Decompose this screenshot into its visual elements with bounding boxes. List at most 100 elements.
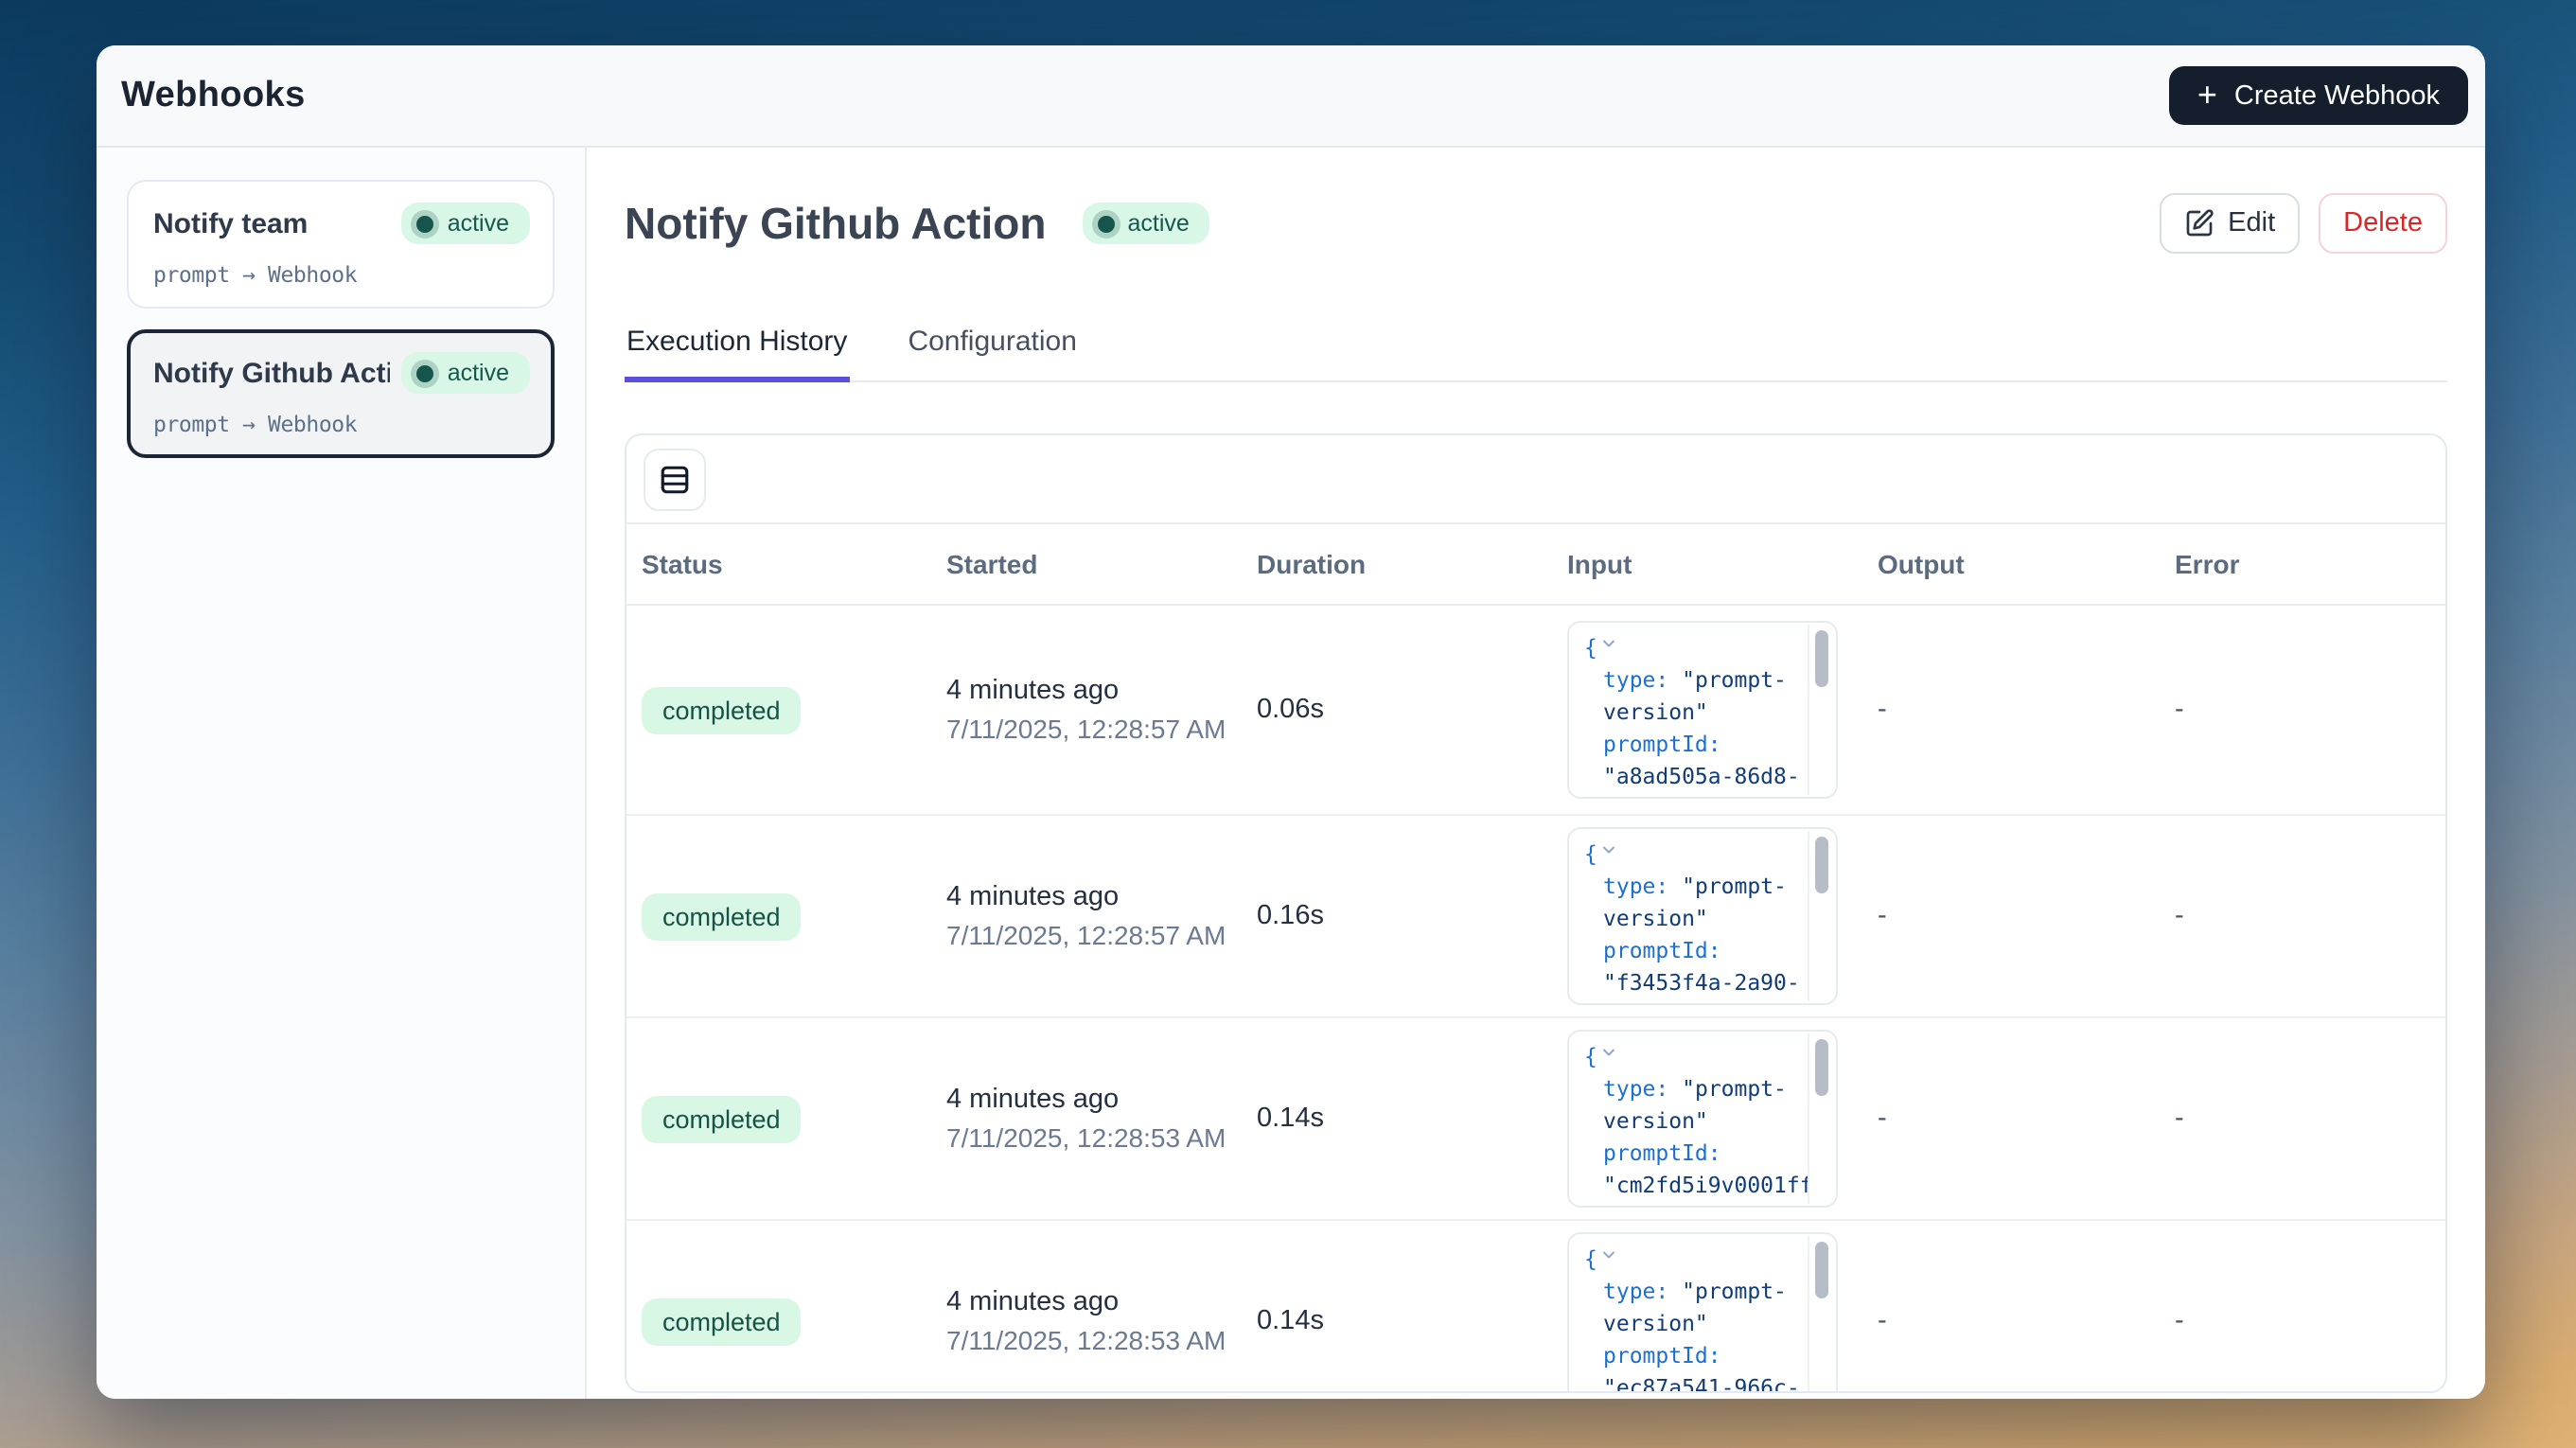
json-value: 46ca-91ba — [1603, 1001, 1721, 1005]
json-value: version" — [1603, 698, 1708, 725]
status-badge-label: active — [448, 210, 509, 237]
scrollbar-thumb[interactable] — [1815, 1039, 1828, 1096]
json-scrollbar[interactable] — [1808, 625, 1834, 795]
status-badge: completed — [642, 686, 802, 733]
tab-configuration[interactable]: Configuration — [906, 326, 1078, 382]
edit-button[interactable]: Edit — [2160, 193, 2300, 254]
started-absolute: 7/11/2025, 12:28:53 AM — [946, 1325, 1242, 1355]
json-open-brace: { — [1584, 1043, 1597, 1069]
webhook-name: Notify team — [153, 207, 308, 239]
detail-tabs: Execution History Configuration — [625, 326, 2447, 382]
execution-row: completed 4 minutes ago 7/11/2025, 12:28… — [626, 1221, 2445, 1393]
status-badge: completed — [642, 892, 802, 940]
column-header-status: Status — [626, 549, 931, 579]
active-dot-icon — [417, 364, 434, 381]
page-title: Webhooks — [121, 75, 306, 116]
sidebar-item-notify-team[interactable]: Notify team active prompt → Webhook — [127, 180, 555, 309]
started-absolute: 7/11/2025, 12:28:57 AM — [946, 920, 1242, 950]
json-value: mdiv7eie6" — [1603, 1204, 1735, 1208]
tab-execution-history[interactable]: Execution History — [625, 326, 849, 382]
table-toolbar — [626, 435, 2445, 524]
status-badge: active — [1082, 203, 1209, 244]
json-scrollbar[interactable] — [1808, 1236, 1834, 1393]
plus-icon: + — [2197, 77, 2217, 111]
status-badge-label: active — [1127, 210, 1189, 237]
delete-button[interactable]: Delete — [2319, 193, 2447, 254]
started-absolute: 7/11/2025, 12:28:57 AM — [946, 714, 1242, 744]
sidebar-item-notify-github-action[interactable]: Notify Github Acti... active prompt → We… — [127, 329, 555, 458]
duration-value: 0.14s — [1242, 1306, 1552, 1336]
json-scrollbar[interactable] — [1808, 1033, 1834, 1204]
input-json-viewer[interactable]: { type: "prompt- version" promptId: "a8a… — [1567, 621, 1838, 799]
json-value: 47db-ade5 — [1603, 795, 1721, 799]
started-relative: 4 minutes ago — [946, 1287, 1242, 1317]
create-webhook-button[interactable]: + Create Webhook — [2169, 66, 2468, 125]
json-value: "prompt- — [1682, 1278, 1787, 1304]
output-value: - — [1862, 1306, 2160, 1336]
webhook-route: prompt → Webhook — [153, 261, 530, 288]
duration-value: 0.16s — [1242, 901, 1552, 931]
chevron-down-icon[interactable] — [1599, 630, 1618, 662]
error-value: - — [2160, 1104, 2445, 1134]
json-key: type: — [1603, 1278, 1668, 1304]
status-badge: completed — [642, 1095, 802, 1142]
scrollbar-thumb[interactable] — [1815, 630, 1828, 687]
json-value: version" — [1603, 1310, 1708, 1336]
output-value: - — [1862, 1104, 2160, 1134]
json-value: "f3453f4a-2a90- — [1603, 969, 1800, 996]
json-value: version" — [1603, 905, 1708, 931]
json-key: type: — [1603, 1075, 1668, 1102]
webhook-detail-title: Notify Github Action — [625, 198, 1046, 249]
column-header-started: Started — [931, 549, 1242, 579]
json-open-brace: { — [1584, 634, 1597, 661]
output-value: - — [1862, 695, 2160, 725]
chevron-down-icon[interactable] — [1599, 837, 1618, 869]
execution-row: completed 4 minutes ago 7/11/2025, 12:28… — [626, 816, 2445, 1018]
table-header-row: Status Started Duration Input Output Err… — [626, 524, 2445, 606]
status-badge: active — [402, 203, 530, 244]
table-rows-icon — [659, 463, 691, 495]
column-header-duration: Duration — [1242, 549, 1552, 579]
input-json-viewer[interactable]: { type: "prompt- version" promptId: "f34… — [1567, 827, 1838, 1005]
json-key: promptId: — [1603, 1139, 1721, 1166]
status-badge: active — [402, 352, 530, 394]
webhook-detail-pane: Notify Github Action active — [587, 148, 2485, 1399]
json-value: "ec87a541-966c- — [1603, 1374, 1800, 1393]
chevron-down-icon[interactable] — [1599, 1039, 1618, 1071]
execution-history-card: Status Started Duration Input Output Err… — [625, 433, 2447, 1393]
output-value: - — [1862, 901, 2160, 931]
json-key: type: — [1603, 666, 1668, 693]
json-value: "prompt- — [1682, 873, 1787, 899]
started-relative: 4 minutes ago — [946, 676, 1242, 706]
error-value: - — [2160, 901, 2445, 931]
webhook-route: prompt → Webhook — [153, 411, 530, 437]
json-key: promptId: — [1603, 1342, 1721, 1369]
input-json-viewer[interactable]: { type: "prompt- version" promptId: "ec8… — [1567, 1232, 1838, 1393]
scrollbar-thumb[interactable] — [1815, 837, 1828, 893]
started-relative: 4 minutes ago — [946, 1085, 1242, 1115]
webhook-list-sidebar: Notify team active prompt → Webhook Noti… — [97, 148, 587, 1399]
json-value: "cm2fd5i9v0001ff — [1603, 1172, 1813, 1198]
error-value: - — [2160, 1306, 2445, 1336]
column-header-error: Error — [2160, 549, 2445, 579]
chevron-down-icon[interactable] — [1599, 1242, 1618, 1274]
status-badge-label: active — [448, 360, 509, 386]
json-open-brace: { — [1584, 840, 1597, 867]
scrollbar-thumb[interactable] — [1815, 1242, 1828, 1298]
started-relative: 4 minutes ago — [946, 882, 1242, 912]
execution-row: completed 4 minutes ago 7/11/2025, 12:28… — [626, 606, 2445, 816]
input-json-viewer[interactable]: { type: "prompt- version" promptId: "cm2… — [1567, 1030, 1838, 1208]
json-value: "a8ad505a-86d8- — [1603, 763, 1800, 789]
status-badge: completed — [642, 1298, 802, 1345]
json-scrollbar[interactable] — [1808, 831, 1834, 1001]
json-value: version" — [1603, 1107, 1708, 1134]
webhooks-app-window: Webhooks + Create Webhook Notify team ac… — [97, 45, 2485, 1399]
table-view-button[interactable] — [644, 448, 706, 510]
json-key: promptId: — [1603, 731, 1721, 757]
execution-row: completed 4 minutes ago 7/11/2025, 12:28… — [626, 1018, 2445, 1221]
active-dot-icon — [417, 215, 434, 232]
started-absolute: 7/11/2025, 12:28:53 AM — [946, 1122, 1242, 1153]
create-webhook-label: Create Webhook — [2234, 80, 2440, 111]
column-header-input: Input — [1552, 549, 1862, 579]
active-dot-icon — [1097, 215, 1114, 232]
